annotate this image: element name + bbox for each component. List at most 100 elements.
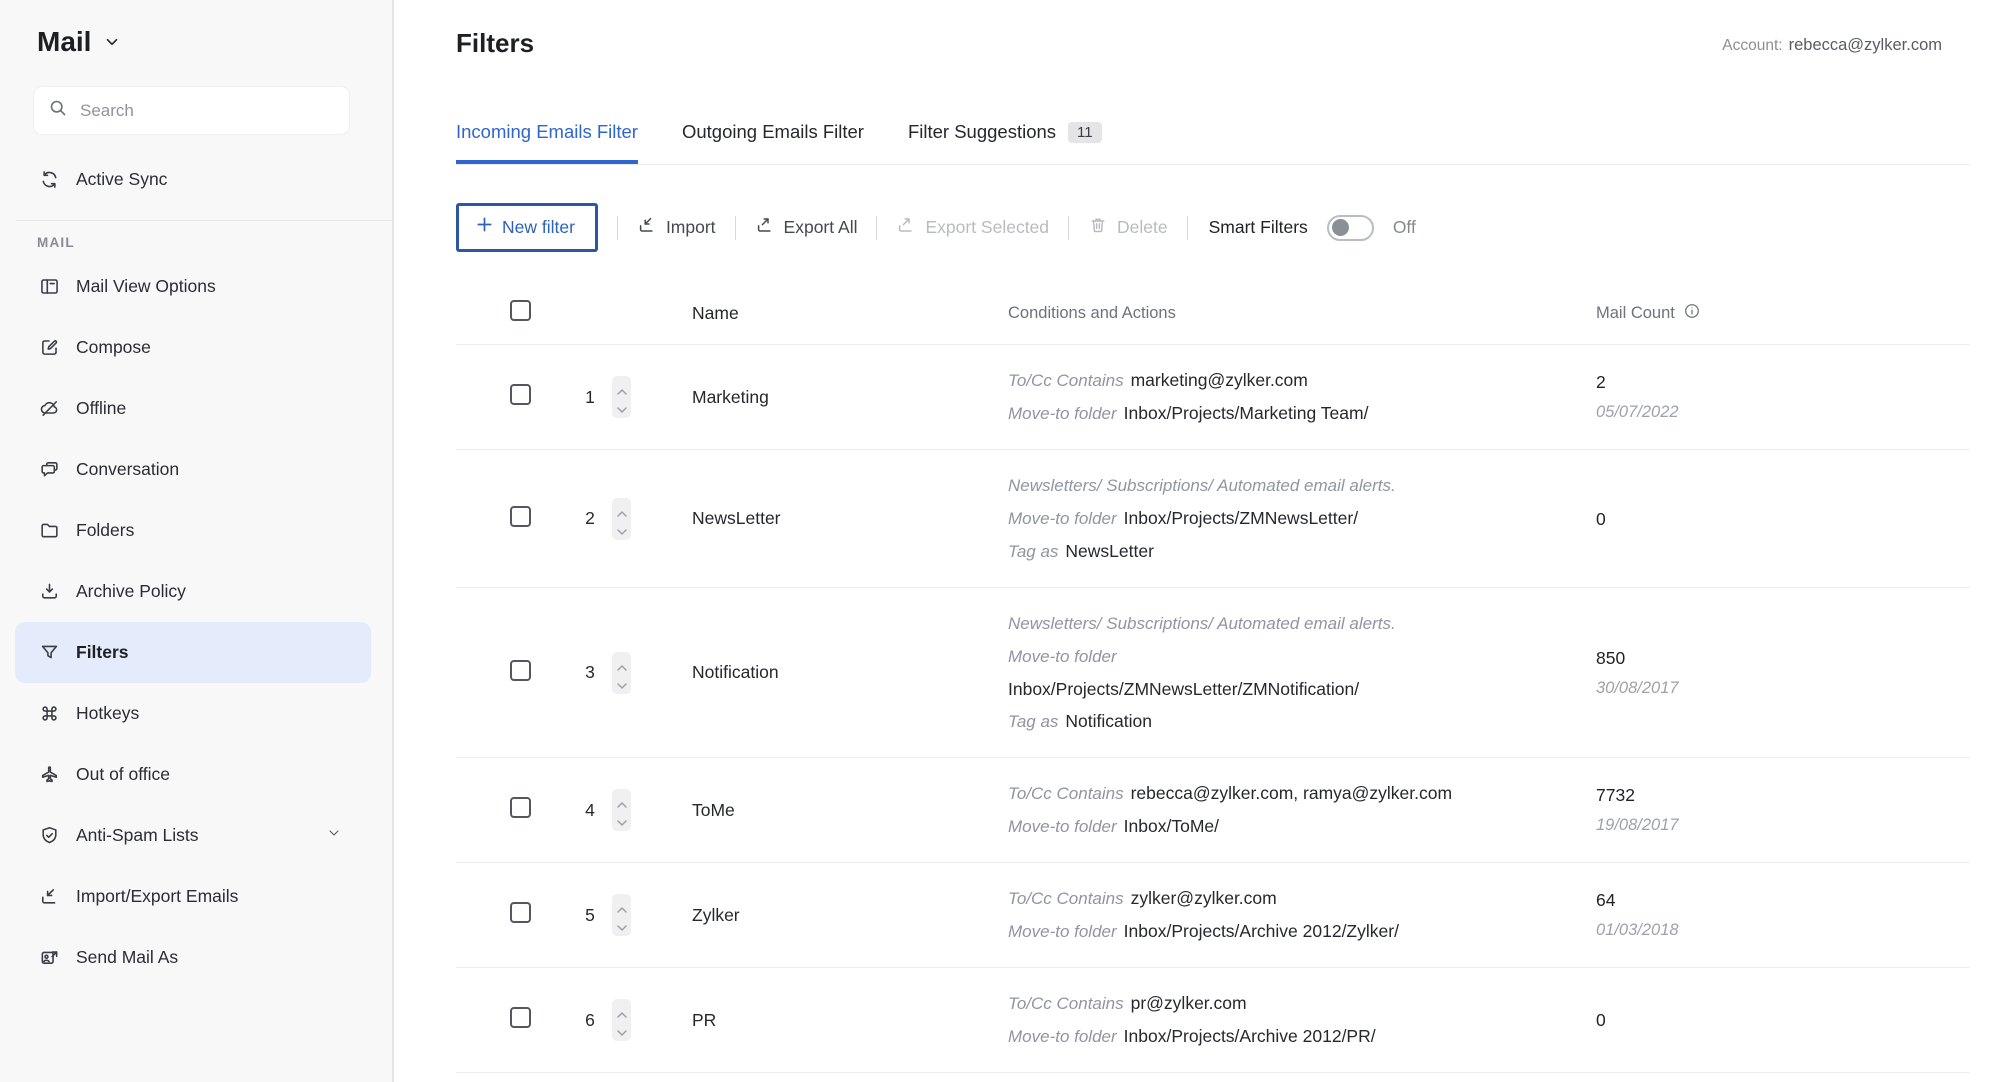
sidebar-item-label: Archive Policy <box>76 581 186 601</box>
table-header-row: Name Conditions and Actions Mail Count <box>456 286 1970 345</box>
mail-settings-app: Mail Active Sync MAIL Mail View Options C… <box>0 0 2000 1082</box>
toolbar-separator <box>616 215 618 240</box>
filter-name[interactable]: Marketing <box>668 387 968 408</box>
export-selected-button[interactable]: Export Selected <box>896 215 1049 240</box>
reorder-control[interactable] <box>612 999 631 1041</box>
sidebar-item-out-of-office[interactable]: Out of office <box>0 744 392 805</box>
search-box <box>33 86 350 135</box>
sidebar-item-anti-spam-lists[interactable]: Anti-Spam Lists <box>0 805 392 866</box>
info-icon[interactable] <box>1683 302 1701 325</box>
mail-count-cell: 2 05/07/2022 <box>1596 367 1970 427</box>
filter-name[interactable]: ToMe <box>668 800 968 821</box>
reorder-control[interactable] <box>612 497 631 540</box>
table-row: 1 Marketing To/Cc Contains marketing@zylker… <box>456 345 1970 450</box>
mail-count-date: 19/08/2017 <box>1596 816 1679 834</box>
condition-label: Tag as <box>1008 542 1059 561</box>
conditions-cell: To/Cc Contains zylker@zylker.com Move-to f… <box>968 882 1596 948</box>
chevron-down-icon <box>616 401 628 419</box>
sidebar-item-mail-view-options[interactable]: Mail View Options <box>0 256 392 317</box>
toolbar-separator <box>1068 215 1070 240</box>
filter-funnel-icon <box>39 642 60 663</box>
send-mail-as-icon <box>39 947 60 968</box>
offline-icon <box>39 398 60 419</box>
sidebar-item-label: Out of office <box>76 764 171 784</box>
mail-view-icon <box>39 276 60 297</box>
condition-value: Inbox/Projects/Archive 2012/PR/ <box>1123 1026 1376 1046</box>
condition-value: Notification <box>1065 711 1152 731</box>
reorder-control[interactable] <box>612 651 631 694</box>
filter-name[interactable]: Notification <box>668 662 968 683</box>
sidebar-item-label: Import/Export Emails <box>76 886 239 906</box>
filter-name[interactable]: PR <box>668 1010 968 1031</box>
compose-icon <box>39 337 60 358</box>
condition-value: NewsLetter <box>1065 541 1154 561</box>
sidebar-item-import-export-emails[interactable]: Import/Export Emails <box>0 866 392 927</box>
export-all-button[interactable]: Export All <box>755 215 857 240</box>
reorder-control[interactable] <box>612 789 631 831</box>
sidebar-divider <box>16 220 392 221</box>
filter-name[interactable]: NewsLetter <box>668 508 968 529</box>
plus-icon <box>475 215 494 239</box>
sidebar-item-filters[interactable]: Filters <box>15 622 371 683</box>
smart-filters-toggle[interactable] <box>1326 214 1374 241</box>
chevron-up-icon <box>616 901 628 919</box>
condition-label: Move-to folder <box>1008 817 1117 836</box>
mail-count-value: 2 <box>1596 372 1606 392</box>
condition-label: Move-to folder <box>1008 509 1117 528</box>
toolbar-separator <box>734 215 736 240</box>
mail-count-date: 30/08/2017 <box>1596 678 1679 697</box>
sidebar-item-folders[interactable]: Folders <box>0 500 392 561</box>
row-checkbox[interactable] <box>510 505 531 527</box>
mail-count-date: 01/03/2018 <box>1596 921 1679 939</box>
delete-button[interactable]: Delete <box>1088 215 1168 240</box>
row-checkbox[interactable] <box>510 797 531 818</box>
import-icon <box>637 215 657 240</box>
mail-app-switcher[interactable]: Mail <box>0 26 392 58</box>
row-checkbox[interactable] <box>510 1007 531 1028</box>
sidebar-item-active-sync[interactable]: Active Sync <box>0 149 392 210</box>
condition-label: To/Cc Contains <box>1008 784 1124 803</box>
tab-incoming-emails-filter[interactable]: Incoming Emails Filter <box>456 121 638 164</box>
tab-filter-suggestions[interactable]: Filter Suggestions 11 <box>908 121 1102 164</box>
mail-count-cell: 850 30/08/2017 <box>1596 643 1970 703</box>
row-checkbox[interactable] <box>510 902 531 923</box>
import-button[interactable]: Import <box>637 215 716 240</box>
sidebar-item-compose[interactable]: Compose <box>0 317 392 378</box>
sidebar-item-conversation[interactable]: Conversation <box>0 439 392 500</box>
sidebar-item-label: Compose <box>76 337 151 357</box>
sidebar-item-hotkeys[interactable]: Hotkeys <box>0 683 392 744</box>
search-input[interactable] <box>78 99 335 122</box>
smart-filters-state: Off <box>1392 217 1416 237</box>
condition-value: pr@zylker.com <box>1130 993 1247 1013</box>
select-all-checkbox[interactable] <box>510 300 531 321</box>
chevron-up-icon <box>616 1006 628 1024</box>
mail-count-cell: 7732 19/08/2017 <box>1596 780 1970 840</box>
mail-count-value: 64 <box>1596 890 1616 910</box>
sidebar-item-label: Anti-Spam Lists <box>76 825 199 845</box>
toolbar-separator <box>876 215 878 240</box>
archive-icon <box>39 581 60 602</box>
export-icon <box>755 215 775 240</box>
row-checkbox[interactable] <box>510 659 531 681</box>
search-icon <box>48 98 68 123</box>
tab-outgoing-emails-filter[interactable]: Outgoing Emails Filter <box>682 121 864 164</box>
filter-name[interactable]: Zylker <box>668 905 968 926</box>
chevron-down-icon <box>103 29 121 56</box>
sync-icon <box>39 169 60 190</box>
shield-check-icon <box>39 825 60 846</box>
sidebar-item-send-mail-as[interactable]: Send Mail As <box>0 927 392 988</box>
chevron-up-icon <box>616 659 628 677</box>
column-header-mail-count: Mail Count <box>1596 303 1675 322</box>
toggle-knob <box>1331 219 1349 236</box>
reorder-control[interactable] <box>612 376 631 418</box>
row-checkbox[interactable] <box>510 384 531 405</box>
mail-count-cell: 64 01/03/2018 <box>1596 885 1970 945</box>
sidebar-item-offline[interactable]: Offline <box>0 378 392 439</box>
sidebar-item-archive-policy[interactable]: Archive Policy <box>0 561 392 622</box>
conditions-cell: Newsletters/ Subscriptions/ Automated em… <box>968 607 1596 738</box>
reorder-control[interactable] <box>612 894 631 936</box>
sidebar-item-label: Offline <box>76 398 127 418</box>
toolbar-separator <box>1186 215 1188 240</box>
new-filter-button[interactable]: New filter <box>456 203 598 252</box>
folder-icon <box>39 520 60 541</box>
